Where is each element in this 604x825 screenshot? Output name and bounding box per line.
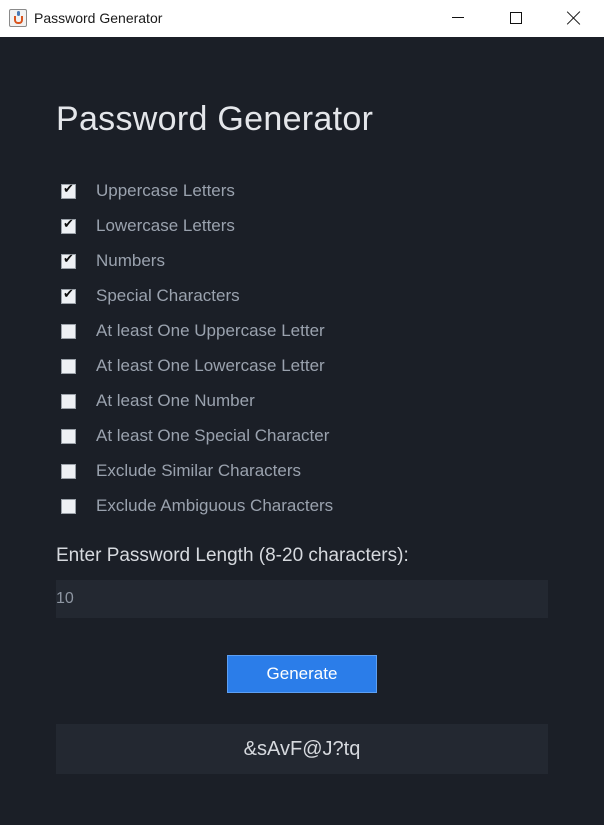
option-label: Numbers bbox=[96, 251, 165, 270]
checkbox[interactable] bbox=[61, 287, 76, 304]
checkbox[interactable] bbox=[61, 323, 76, 339]
checkbox[interactable] bbox=[61, 498, 76, 514]
option-label: Exclude Similar Characters bbox=[96, 461, 302, 480]
title-bar[interactable]: Password Generator bbox=[0, 0, 604, 37]
option-label: Exclude Ambiguous Characters bbox=[96, 496, 334, 515]
checkbox[interactable] bbox=[61, 182, 76, 199]
option-label: Uppercase Letters bbox=[96, 181, 235, 200]
option-exclude-ambiguous[interactable]: Exclude Ambiguous Characters bbox=[61, 496, 333, 516]
window-title: Password Generator bbox=[34, 10, 163, 26]
option-exclude-similar[interactable]: Exclude Similar Characters bbox=[61, 461, 301, 481]
checkbox[interactable] bbox=[61, 463, 76, 479]
option-label: At least One Number bbox=[96, 391, 255, 410]
generated-password-box: &sAvF@J?tq bbox=[56, 724, 548, 774]
checkbox[interactable] bbox=[61, 252, 76, 269]
option-at-least-one-number[interactable]: At least One Number bbox=[61, 391, 255, 411]
option-at-least-one-special[interactable]: At least One Special Character bbox=[61, 426, 329, 446]
password-length-label: Enter Password Length (8-20 characters): bbox=[56, 545, 409, 566]
option-numbers[interactable]: Numbers bbox=[61, 251, 165, 271]
option-at-least-one-uppercase[interactable]: At least One Uppercase Letter bbox=[61, 321, 325, 341]
close-icon bbox=[567, 11, 581, 25]
minimize-button[interactable] bbox=[429, 0, 487, 37]
maximize-button[interactable] bbox=[487, 0, 545, 37]
option-special-characters[interactable]: Special Characters bbox=[61, 286, 240, 306]
maximize-icon bbox=[510, 12, 522, 24]
minimize-icon bbox=[452, 17, 464, 18]
option-label: Special Characters bbox=[96, 286, 240, 305]
checkbox[interactable] bbox=[61, 358, 76, 374]
generate-button[interactable]: Generate bbox=[227, 655, 377, 693]
option-label: At least One Special Character bbox=[96, 426, 330, 445]
option-at-least-one-lowercase[interactable]: At least One Lowercase Letter bbox=[61, 356, 325, 376]
checkbox[interactable] bbox=[61, 393, 76, 409]
java-coffee-cup-icon bbox=[9, 9, 27, 27]
option-lowercase-letters[interactable]: Lowercase Letters bbox=[61, 216, 235, 236]
checkbox[interactable] bbox=[61, 428, 76, 444]
option-label: At least One Uppercase Letter bbox=[96, 321, 325, 340]
option-label: Lowercase Letters bbox=[96, 216, 235, 235]
close-button[interactable] bbox=[545, 0, 603, 37]
option-label: At least One Lowercase Letter bbox=[96, 356, 325, 375]
page-title: Password Generator bbox=[56, 100, 374, 138]
checkbox[interactable] bbox=[61, 217, 76, 234]
generated-password: &sAvF@J?tq bbox=[243, 737, 361, 760]
option-uppercase-letters[interactable]: Uppercase Letters bbox=[61, 181, 235, 201]
password-length-input[interactable] bbox=[56, 580, 548, 618]
app-window: Password Generator Password Generator Up… bbox=[0, 0, 604, 825]
